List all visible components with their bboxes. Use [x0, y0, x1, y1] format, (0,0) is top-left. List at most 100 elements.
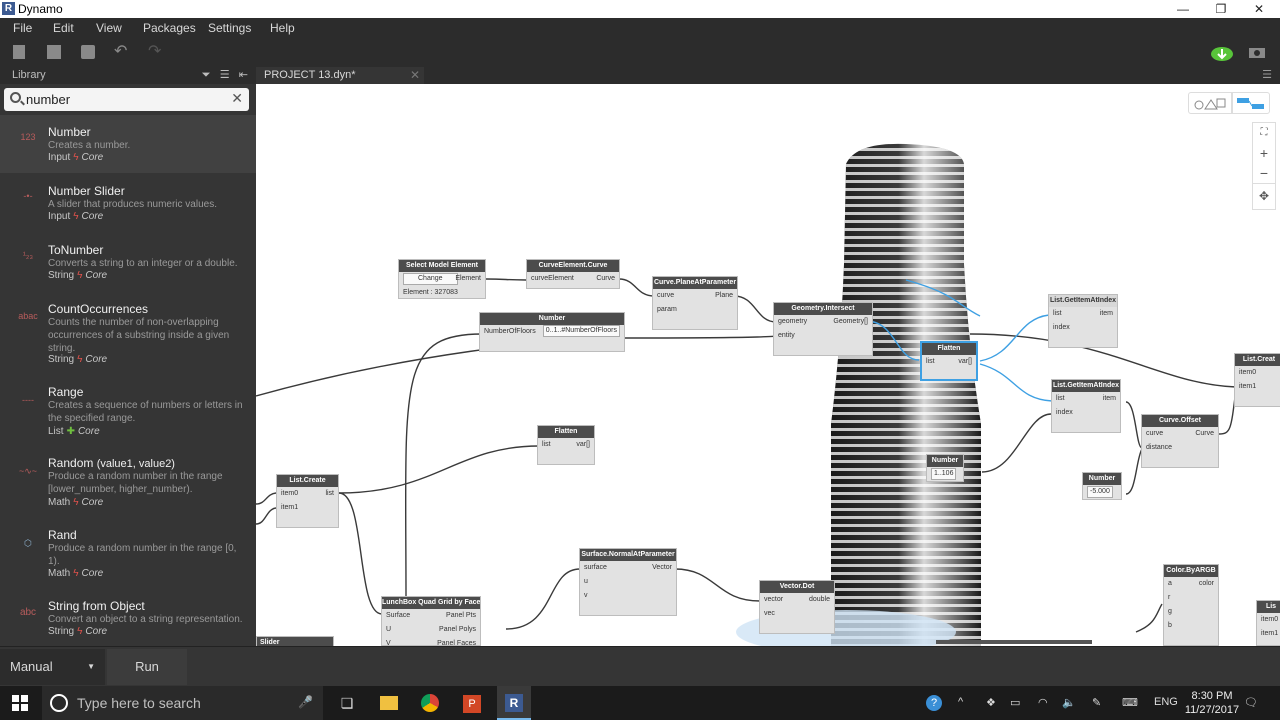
- revit-icon[interactable]: R: [497, 686, 531, 720]
- keyboard-icon[interactable]: ⌨: [1122, 696, 1138, 709]
- dropbox-icon[interactable]: ❖: [986, 696, 996, 709]
- tab-menu-icon[interactable]: ☰: [1262, 68, 1272, 81]
- port-in[interactable]: g: [1168, 608, 1172, 615]
- port-in[interactable]: a: [1168, 580, 1172, 587]
- language-indicator[interactable]: ENG: [1154, 696, 1178, 708]
- result-tonumber[interactable]: ¹₂₃ ToNumber Converts a string to an int…: [0, 232, 256, 290]
- workspace-canvas[interactable]: Select Model Element Change Element Eleme…: [256, 84, 1280, 646]
- port-out[interactable]: Curve: [596, 272, 615, 286]
- port-in[interactable]: param: [657, 306, 677, 313]
- node-geometry-intersect[interactable]: Geometry.Intersect geometry Geometry[] en…: [773, 302, 873, 356]
- port-out[interactable]: list: [325, 487, 334, 501]
- port-out[interactable]: Geometry[]: [833, 315, 868, 329]
- tab-project13[interactable]: PROJECT 13.dyn* ✕: [256, 67, 424, 84]
- maximize-button[interactable]: ❐: [1202, 0, 1240, 18]
- port-in[interactable]: item0: [1261, 616, 1278, 623]
- port-out[interactable]: var[]: [576, 438, 590, 452]
- menu-file[interactable]: File: [13, 21, 32, 35]
- port-out[interactable]: double: [809, 593, 830, 607]
- zoom-in-icon[interactable]: +: [1253, 143, 1275, 163]
- node-list-getitematindex-2[interactable]: List.GetItemAtIndex list item index: [1051, 379, 1121, 433]
- new-file-icon[interactable]: [13, 45, 25, 59]
- menu-edit[interactable]: Edit: [53, 21, 74, 35]
- port-in[interactable]: list: [542, 441, 551, 448]
- menu-settings[interactable]: Settings: [208, 21, 251, 35]
- port-in[interactable]: u: [584, 578, 588, 585]
- volume-icon[interactable]: 🔈: [1062, 696, 1076, 709]
- camera-icon[interactable]: [1248, 45, 1266, 59]
- port-in[interactable]: entity: [778, 332, 795, 339]
- port-in[interactable]: NumberOfFloors: [484, 328, 536, 335]
- result-number[interactable]: 123 Number Creates a number. Input ϟ Core: [0, 115, 256, 173]
- port-out[interactable]: color: [1199, 577, 1214, 591]
- port-in[interactable]: distance: [1146, 444, 1172, 451]
- port-in[interactable]: index: [1056, 409, 1073, 416]
- port-in[interactable]: b: [1168, 622, 1172, 629]
- port-in[interactable]: curveElement: [531, 275, 574, 282]
- filter-icon[interactable]: ⏷: [202, 69, 211, 81]
- port-in[interactable]: r: [1168, 594, 1170, 601]
- port-in[interactable]: list: [926, 358, 935, 365]
- node-lunchbox-quad-grid[interactable]: LunchBox Quad Grid by Face Surface Panel …: [381, 596, 481, 646]
- port-out[interactable]: var[]: [958, 355, 972, 369]
- close-tab-icon[interactable]: ✕: [410, 68, 420, 82]
- port-in[interactable]: curve: [657, 292, 674, 299]
- node-number-range[interactable]: Number NumberOfFloors 0..1..#NumberOfFloo…: [479, 312, 625, 352]
- node-vector-dot[interactable]: Vector.Dot vector double vec: [759, 580, 835, 634]
- library-tools[interactable]: ⏷ ☰ ⇤: [202, 68, 248, 82]
- number-value[interactable]: -5.000: [1087, 486, 1113, 498]
- redo-icon[interactable]: ↷: [148, 44, 162, 60]
- windows-start-icon[interactable]: [0, 686, 40, 720]
- result-countoccurrences[interactable]: abac CountOccurrences Counts the number …: [0, 291, 256, 375]
- port-in[interactable]: geometry: [778, 318, 807, 325]
- result-rand[interactable]: ⬡ Rand Produce a random number in the ra…: [0, 518, 256, 589]
- node-slider[interactable]: Slider: [256, 636, 334, 646]
- menu-help[interactable]: Help: [270, 21, 295, 35]
- wifi-icon[interactable]: ◠: [1038, 696, 1048, 709]
- help-icon[interactable]: ?: [926, 695, 942, 711]
- package-download-icon[interactable]: [1210, 44, 1234, 62]
- run-mode-dropdown[interactable]: Manual ▼: [0, 649, 105, 685]
- task-view-icon[interactable]: ❏: [330, 686, 364, 720]
- port-out[interactable]: Panel Polys: [439, 623, 476, 637]
- port-in[interactable]: vec: [764, 610, 775, 617]
- port-in[interactable]: surface: [584, 564, 607, 571]
- node-list-getitematindex-1[interactable]: List.GetItemAtIndex list item index: [1048, 294, 1118, 348]
- port-in[interactable]: item0: [1239, 369, 1256, 376]
- port-in[interactable]: item1: [1239, 383, 1256, 390]
- fit-view-icon[interactable]: ⛶: [1253, 123, 1275, 143]
- port-in[interactable]: U: [386, 626, 391, 633]
- node-curve-planeatparameter[interactable]: Curve.PlaneAtParameter curve Plane param: [652, 276, 738, 330]
- port-in[interactable]: v: [584, 592, 588, 599]
- pan-icon[interactable]: ✥: [1253, 183, 1275, 207]
- graph-view-toggle[interactable]: [1232, 92, 1270, 114]
- node-select-model-element[interactable]: Select Model Element Change Element Eleme…: [398, 259, 486, 299]
- close-window-button[interactable]: ✕: [1240, 0, 1278, 18]
- port-in[interactable]: list: [1056, 395, 1065, 402]
- powerpoint-icon[interactable]: P: [455, 686, 489, 720]
- run-button[interactable]: Run: [107, 649, 187, 685]
- menu-view[interactable]: View: [96, 21, 122, 35]
- minimize-button[interactable]: —: [1164, 0, 1202, 18]
- result-random[interactable]: ~∿~ Random (value1, value2) Produce a ra…: [0, 446, 256, 517]
- port-in[interactable]: vector: [764, 596, 783, 603]
- chrome-icon[interactable]: [413, 686, 447, 720]
- port-in[interactable]: Surface: [386, 612, 410, 619]
- node-curve-offset[interactable]: Curve.Offset curve Curve distance: [1141, 414, 1219, 468]
- port-out[interactable]: item: [1103, 392, 1116, 406]
- port-out[interactable]: Element: [455, 272, 481, 286]
- collapse-panel-icon[interactable]: ⇤: [239, 69, 248, 81]
- port-out[interactable]: Panel Pts: [446, 609, 476, 623]
- show-hidden-icons[interactable]: ^: [958, 696, 963, 708]
- open-file-icon[interactable]: [47, 45, 61, 59]
- code-value[interactable]: 0..1..#NumberOfFloors: [542, 325, 620, 337]
- node-flatten-selected[interactable]: Flatten list var[]: [920, 341, 978, 381]
- taskbar-search-box[interactable]: Type here to search 🎤: [42, 686, 323, 720]
- microphone-icon[interactable]: 🎤: [298, 695, 313, 709]
- library-search-input[interactable]: [26, 90, 226, 108]
- node-curveelement-curve[interactable]: CurveElement.Curve curveElement Curve: [526, 259, 620, 289]
- clear-search-icon[interactable]: ✕: [231, 90, 243, 107]
- node-flatten[interactable]: Flatten list var[]: [537, 425, 595, 465]
- menu-packages[interactable]: Packages: [143, 21, 196, 35]
- clock[interactable]: 8:30 PM 11/27/2017: [1182, 689, 1242, 717]
